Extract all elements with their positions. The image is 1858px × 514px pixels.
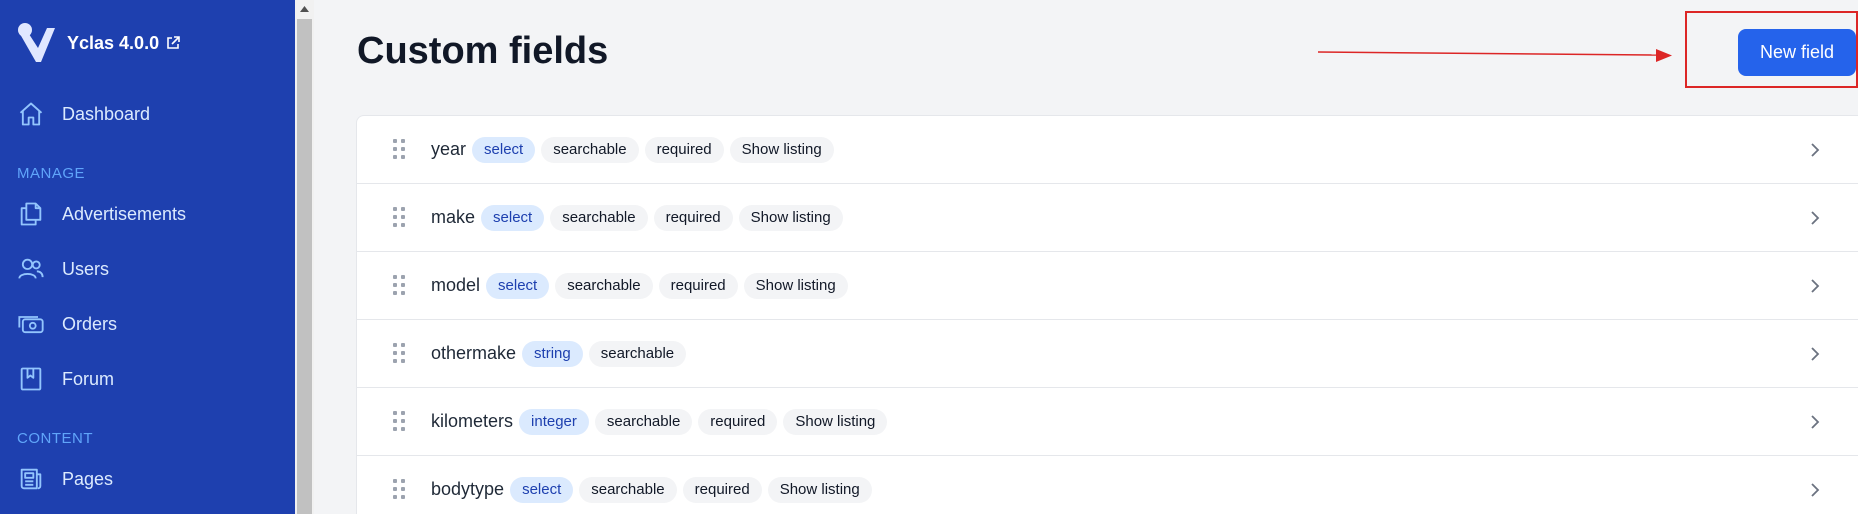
type-badge: select bbox=[486, 272, 550, 299]
list-item[interactable]: bodytype select searchable required Show… bbox=[357, 456, 1858, 514]
annotation-arrow-icon bbox=[1317, 49, 1672, 62]
users-icon bbox=[18, 258, 44, 279]
show-listing-badge: Show listing bbox=[743, 272, 848, 299]
sidebar-item-label: Forum bbox=[62, 368, 115, 389]
home-icon bbox=[19, 102, 43, 126]
required-badge: required bbox=[698, 408, 778, 435]
chevron-right-icon bbox=[1811, 142, 1820, 157]
page-title: Custom fields bbox=[357, 30, 609, 72]
type-badge: integer bbox=[519, 408, 589, 435]
scrollbar-thumb[interactable] bbox=[297, 19, 312, 514]
chevron-right-icon bbox=[1811, 278, 1820, 293]
field-name: kilometers bbox=[431, 411, 514, 431]
sidebar-item-forum[interactable]: Forum bbox=[17, 365, 114, 393]
chevron-right-icon bbox=[1811, 414, 1820, 429]
newspaper-icon bbox=[20, 468, 42, 490]
custom-fields-list: year select searchable required Show lis… bbox=[356, 115, 1858, 514]
searchable-badge: searchable bbox=[588, 340, 687, 367]
searchable-badge: searchable bbox=[550, 204, 648, 231]
show-listing-badge: Show listing bbox=[738, 204, 843, 231]
required-badge: required bbox=[682, 476, 762, 503]
show-listing-badge: Show listing bbox=[783, 408, 888, 435]
drag-handle-icon[interactable] bbox=[393, 478, 405, 501]
sidebar-item-users[interactable]: Users bbox=[17, 255, 109, 283]
chevron-right-icon bbox=[1811, 210, 1820, 225]
required-badge: required bbox=[658, 272, 738, 299]
show-listing-badge: Show listing bbox=[767, 476, 872, 503]
show-listing-badge: Show listing bbox=[729, 136, 834, 163]
field-name: othermake bbox=[431, 343, 517, 363]
sidebar-item-pages[interactable]: Pages bbox=[17, 465, 113, 493]
sidebar: Yclas 4.0.0 Dashboard MANAGE Advertiseme… bbox=[0, 0, 295, 514]
searchable-badge: searchable bbox=[579, 476, 677, 503]
field-name: bodytype bbox=[431, 479, 505, 499]
section-heading-content: CONTENT bbox=[17, 430, 93, 447]
type-badge: select bbox=[481, 204, 545, 231]
list-item[interactable]: make select searchable required Show lis… bbox=[357, 184, 1858, 252]
sidebar-scrollbar[interactable] bbox=[295, 0, 314, 514]
sidebar-item-label: Orders bbox=[62, 313, 118, 334]
new-field-button[interactable]: New field bbox=[1738, 29, 1856, 76]
brand[interactable]: Yclas 4.0.0 bbox=[17, 22, 181, 64]
scroll-up-arrow-icon[interactable] bbox=[295, 0, 314, 17]
drag-handle-icon[interactable] bbox=[393, 342, 405, 365]
sidebar-item-label: Pages bbox=[62, 468, 114, 489]
sidebar-item-advertisements[interactable]: Advertisements bbox=[17, 200, 186, 228]
sidebar-item-label: Users bbox=[62, 258, 110, 279]
drag-handle-icon[interactable] bbox=[393, 206, 405, 229]
searchable-badge: searchable bbox=[541, 136, 639, 163]
list-item[interactable]: year select searchable required Show lis… bbox=[357, 116, 1858, 184]
cash-icon bbox=[18, 316, 44, 334]
sidebar-item-label: Advertisements bbox=[62, 203, 187, 224]
external-link-icon bbox=[167, 36, 180, 49]
sidebar-item-orders[interactable]: Orders bbox=[17, 310, 117, 338]
section-heading-manage: MANAGE bbox=[17, 165, 86, 182]
list-item[interactable]: othermake string searchable bbox=[357, 320, 1858, 388]
sidebar-item-dashboard[interactable]: Dashboard bbox=[17, 100, 150, 128]
type-badge: select bbox=[472, 136, 536, 163]
type-badge: string bbox=[522, 340, 583, 367]
drag-handle-icon[interactable] bbox=[393, 138, 405, 161]
searchable-badge: searchable bbox=[594, 408, 693, 435]
drag-handle-icon[interactable] bbox=[393, 410, 405, 433]
type-badge: select bbox=[510, 476, 574, 503]
field-name: model bbox=[431, 275, 481, 295]
documents-icon bbox=[20, 202, 42, 226]
yclas-logo-icon bbox=[18, 23, 55, 62]
required-badge: required bbox=[644, 136, 724, 163]
sidebar-item-label: Dashboard bbox=[62, 103, 151, 124]
book-icon bbox=[20, 367, 42, 391]
list-item[interactable]: kilometers integer searchable required S… bbox=[357, 388, 1858, 456]
field-name: year bbox=[431, 139, 467, 159]
field-name: make bbox=[431, 207, 476, 227]
drag-handle-icon[interactable] bbox=[393, 274, 405, 297]
searchable-badge: searchable bbox=[555, 272, 653, 299]
required-badge: required bbox=[653, 204, 733, 231]
chevron-right-icon bbox=[1811, 482, 1820, 497]
list-item[interactable]: model select searchable required Show li… bbox=[357, 252, 1858, 320]
chevron-right-icon bbox=[1811, 346, 1820, 361]
brand-name: Yclas 4.0.0 bbox=[67, 32, 160, 53]
